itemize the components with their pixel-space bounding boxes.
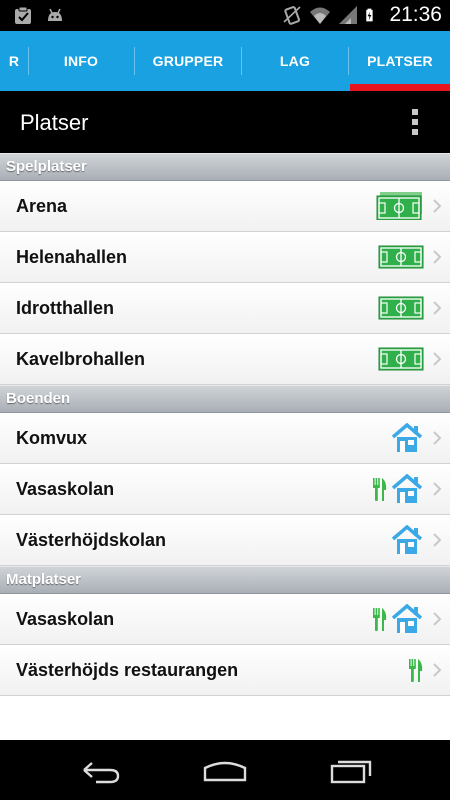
recent-apps-icon[interactable] [328, 754, 376, 786]
section-header-boenden: Boenden [0, 385, 450, 413]
list-item-label: Västerhöjds restaurangen [16, 660, 239, 680]
soccer-field-icon [378, 296, 424, 320]
chevron-right-icon [433, 199, 442, 213]
house-icon [391, 604, 423, 633]
status-bar: 21:36 [0, 0, 450, 31]
overflow-menu-icon[interactable] [412, 109, 420, 135]
house-icon [391, 423, 423, 452]
list-item-label: Arena [16, 196, 68, 216]
status-clock: 21:36 [389, 3, 442, 26]
tab-platser[interactable]: PLATSER [350, 31, 450, 91]
list-item-label: Västerhöjdskolan [16, 530, 167, 550]
navigation-bar [0, 740, 450, 800]
tab-grupper[interactable]: GRUPPER [135, 31, 241, 91]
android-debug-icon [48, 8, 62, 21]
chevron-right-icon [433, 301, 442, 315]
list-item-label: Idrotthallen [16, 298, 114, 318]
list-item[interactable]: Västerhöjds restaurangen [0, 645, 450, 696]
chevron-right-icon [433, 663, 442, 677]
list-item[interactable]: Kavelbrohallen [0, 334, 450, 385]
list-item[interactable]: Komvux [0, 413, 450, 464]
soccer-field-icon [378, 245, 424, 269]
tab-lag[interactable]: LAG [242, 31, 348, 91]
house-icon [391, 525, 423, 554]
list-item-label: Vasaskolan [16, 609, 115, 629]
fork-knife-icon [373, 478, 387, 501]
chevron-right-icon [433, 482, 442, 496]
battery-charging-icon [366, 8, 374, 22]
list-item[interactable]: Västerhöjdskolan [0, 515, 450, 566]
list-item[interactable]: Vasaskolan [0, 594, 450, 645]
section-header-spelplatser: Spelplatser [0, 153, 450, 181]
fork-knife-icon [373, 608, 387, 631]
list-item[interactable]: Helenahallen [0, 232, 450, 283]
soccer-field-icon [376, 192, 422, 220]
list-item[interactable]: Vasaskolan [0, 464, 450, 515]
list-item-label: Vasaskolan [16, 479, 115, 499]
list-item[interactable]: Arena [0, 181, 450, 232]
chevron-right-icon [433, 431, 442, 445]
tab-bar: R INFO GRUPPER LAG PLATSER [0, 31, 450, 91]
wifi-icon [310, 7, 331, 24]
places-list: Spelplatser Arena Helenahallen Idrotthal… [0, 153, 450, 740]
house-icon [391, 474, 423, 503]
soccer-field-icon [378, 347, 424, 371]
vibrate-icon [283, 6, 301, 25]
tab-divider [348, 47, 349, 75]
signal-icon [339, 6, 358, 24]
tab-info[interactable]: INFO [29, 31, 133, 91]
list-item-label: Kavelbrohallen [16, 349, 146, 369]
clipboard-check-icon [15, 6, 31, 24]
list-item[interactable]: Idrotthallen [0, 283, 450, 334]
selected-tab-indicator [350, 84, 450, 91]
tab-partial[interactable]: R [0, 31, 28, 91]
page-title: Platser [20, 110, 89, 135]
chevron-right-icon [433, 612, 442, 626]
home-icon[interactable] [201, 754, 249, 786]
list-item-label: Helenahallen [16, 247, 128, 267]
chevron-right-icon [433, 352, 442, 366]
back-icon[interactable] [76, 754, 124, 786]
fork-knife-icon [409, 659, 423, 682]
chevron-right-icon [433, 533, 442, 547]
chevron-right-icon [433, 250, 442, 264]
list-item-label: Komvux [16, 428, 88, 448]
action-bar: Platser [0, 91, 450, 153]
section-header-matplatser: Matplatser [0, 566, 450, 594]
